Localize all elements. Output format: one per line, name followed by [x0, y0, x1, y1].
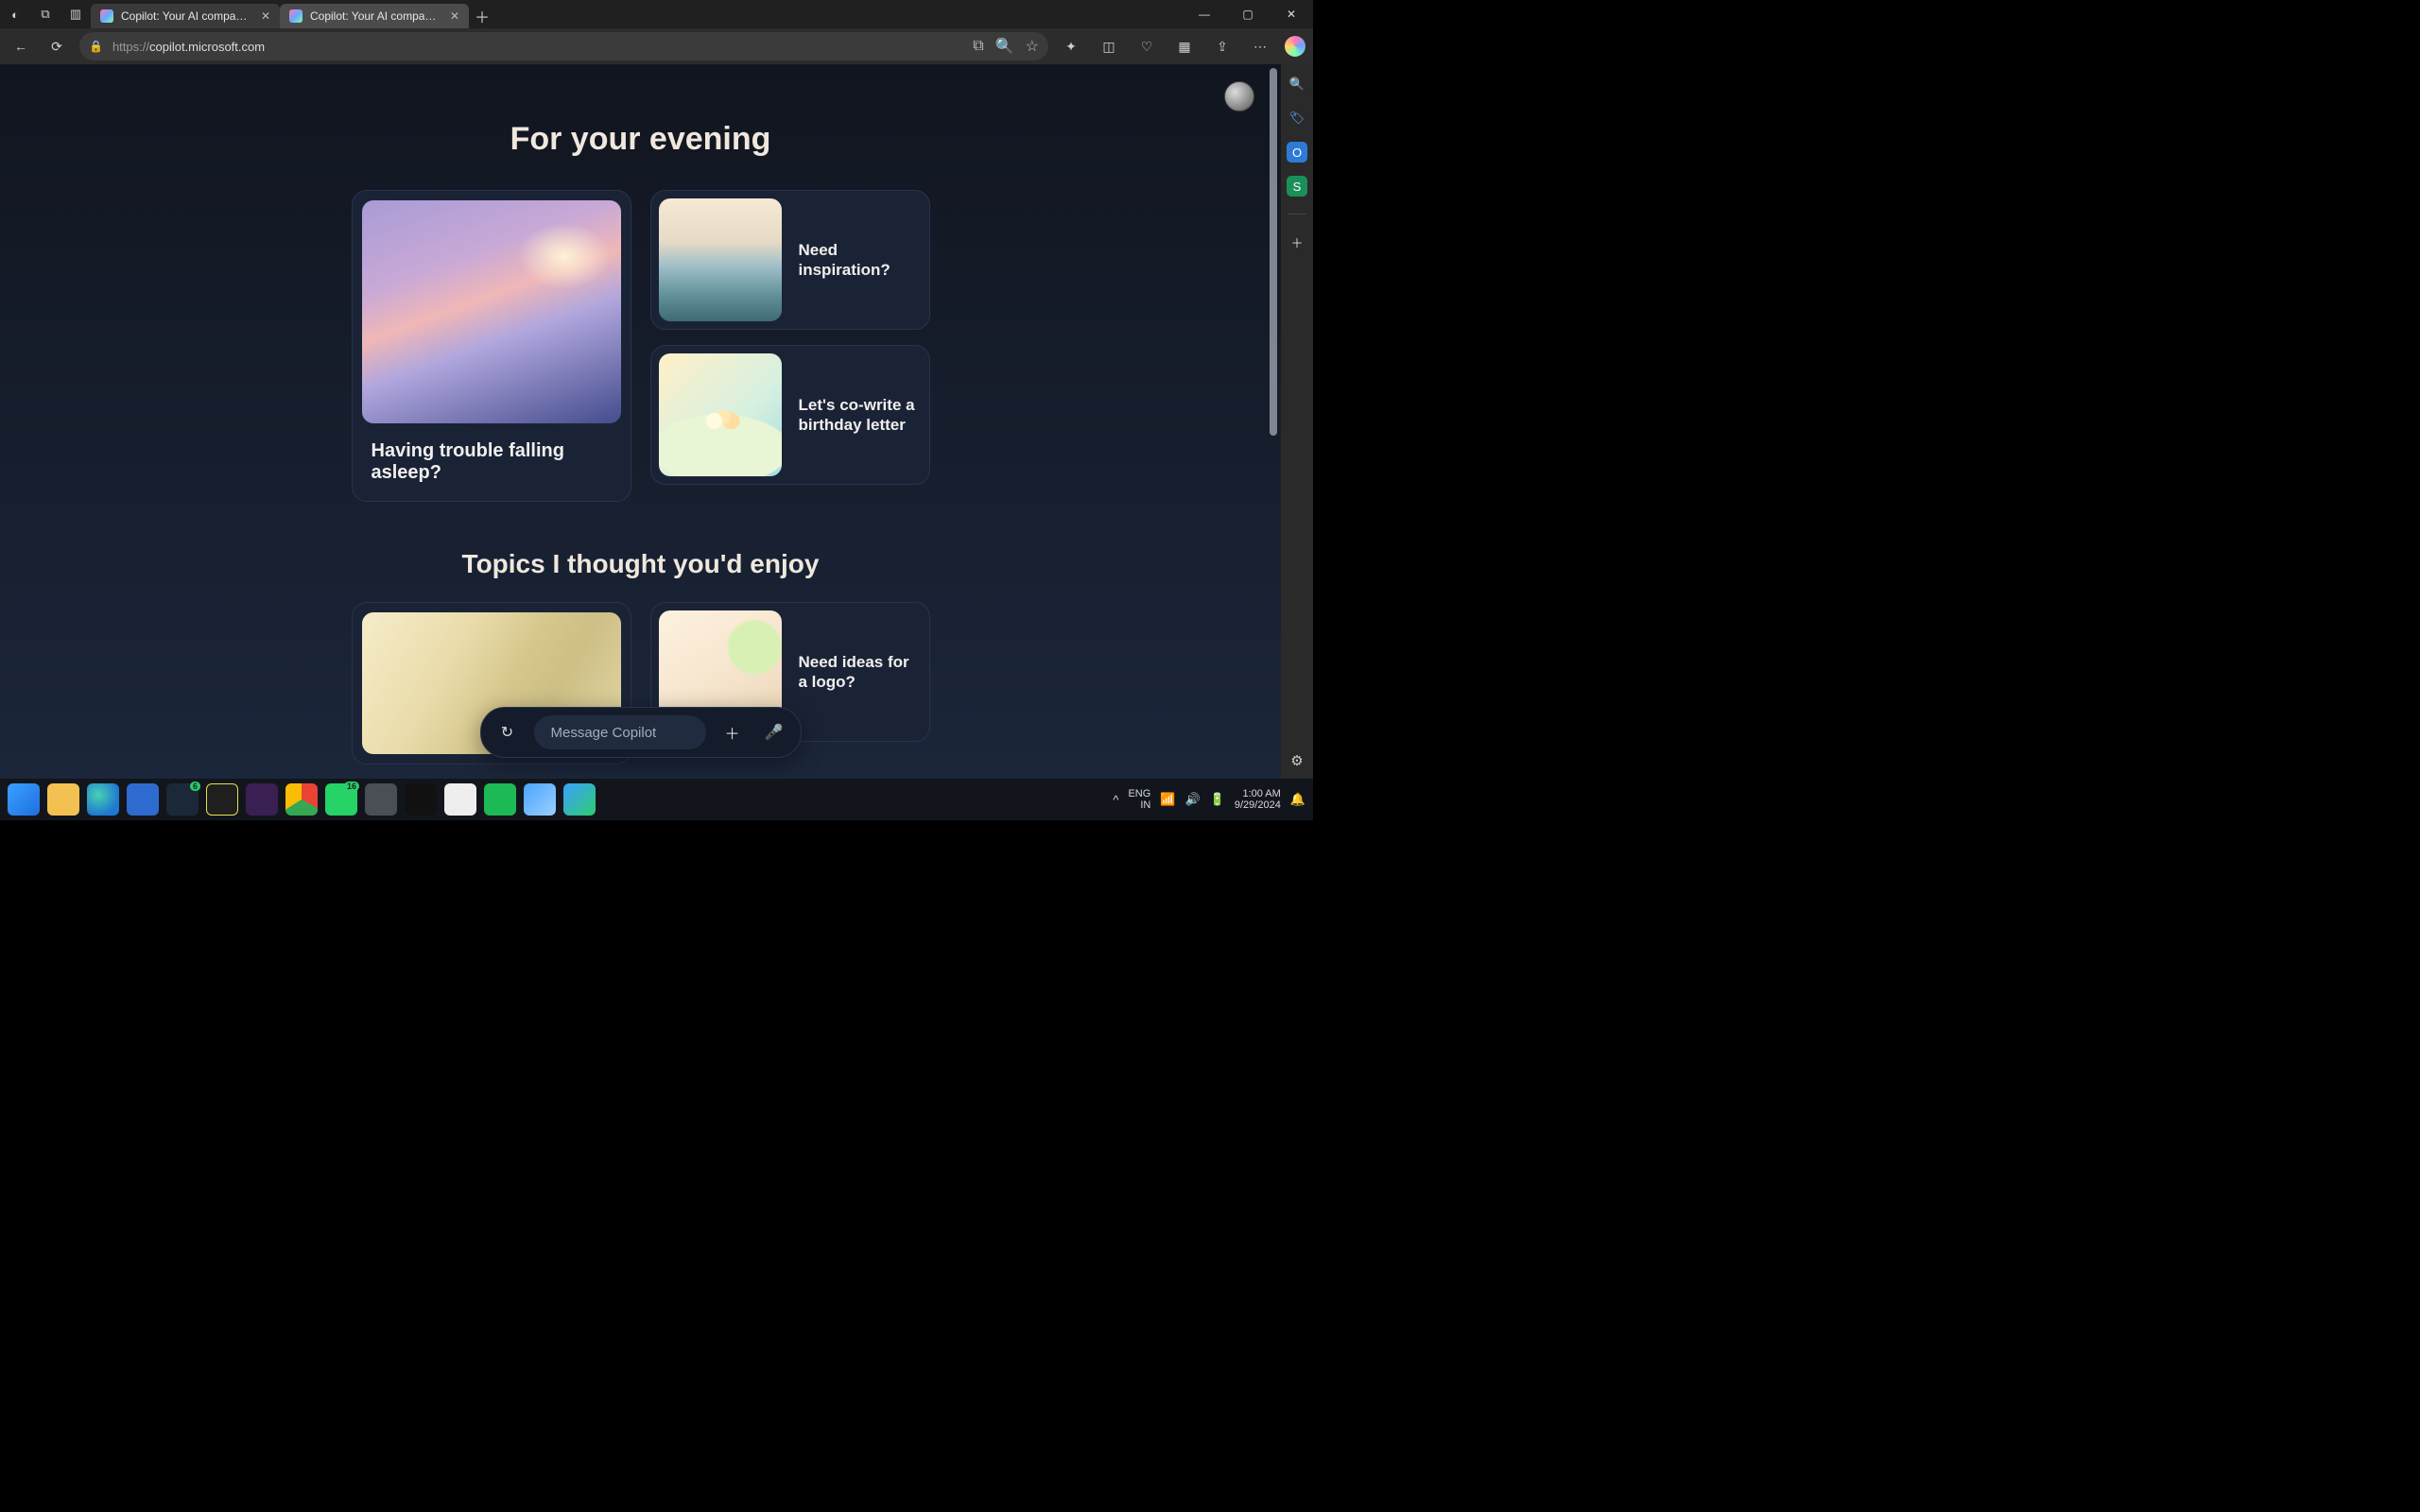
card-birthday-letter[interactable]: Let's co-write a birthday letter: [650, 345, 930, 485]
open-external-icon[interactable]: ⧉: [973, 38, 983, 55]
zoom-icon[interactable]: 🔍: [995, 37, 1014, 56]
sidebar-separator: [1288, 214, 1306, 215]
back-button[interactable]: ←: [8, 33, 34, 60]
profile-icon[interactable]: ◐: [6, 5, 25, 24]
copilot-favicon: [289, 9, 302, 23]
chat-input-pill[interactable]: [534, 715, 706, 749]
add-button[interactable]: ＋: [717, 717, 748, 747]
tray-chevron-icon[interactable]: ^: [1113, 793, 1118, 807]
card-logo-title: Need ideas for a logo?: [799, 652, 922, 693]
favorites-icon[interactable]: ♡: [1133, 33, 1160, 60]
search-icon[interactable]: 🔍: [1287, 74, 1307, 94]
extensions-icon[interactable]: ✦: [1058, 33, 1084, 60]
gear-icon[interactable]: ⚙: [1290, 752, 1303, 769]
battery-icon[interactable]: 🔋: [1210, 792, 1225, 807]
taskbar-settings[interactable]: [365, 783, 397, 816]
scrollbar-thumb[interactable]: [1270, 68, 1277, 436]
browser-toolbar: ← ⟳ 🔒 https://copilot.microsoft.com ⧉ 🔍 …: [0, 28, 1313, 64]
more-icon[interactable]: ⋯: [1247, 33, 1273, 60]
page-content: For your evening Having trouble falling …: [0, 64, 1281, 779]
card-birthday-title: Let's co-write a birthday letter: [799, 395, 922, 436]
shopping-icon[interactable]: 🏷: [1287, 108, 1307, 129]
window-titlebar: ◐ ⧉ ▥ Copilot: Your AI companion ✕ Copil…: [0, 0, 1313, 28]
address-bar[interactable]: 🔒 https://copilot.microsoft.com ⧉ 🔍 ☆: [79, 32, 1048, 60]
copilot-icon[interactable]: [1285, 36, 1305, 57]
page-viewport: For your evening Having trouble falling …: [0, 64, 1281, 779]
chat-input[interactable]: [549, 724, 691, 742]
tray-language[interactable]: ENG IN: [1128, 788, 1150, 811]
card-inspiration-image: [659, 198, 782, 321]
card-birthday-image: [659, 353, 782, 476]
taskbar-globe[interactable]: [563, 783, 596, 816]
taskbar-steam[interactable]: [166, 783, 199, 816]
mic-icon[interactable]: 🎤: [759, 717, 789, 747]
taskbar-pycharm[interactable]: [206, 783, 238, 816]
notifications-icon[interactable]: 🔔: [1290, 792, 1305, 807]
taskbar-app-purple[interactable]: [246, 783, 278, 816]
taskbar-spotify[interactable]: [484, 783, 516, 816]
card-inspiration[interactable]: Need inspiration?: [650, 190, 930, 330]
add-sidebar-icon[interactable]: ＋: [1287, 232, 1307, 252]
taskbar-edge[interactable]: [87, 783, 119, 816]
history-icon[interactable]: ↻: [493, 717, 523, 747]
edge-sidebar: 🔍 🏷 O S ＋ ⚙: [1281, 64, 1313, 779]
taskbar-whatsapp[interactable]: [325, 783, 357, 816]
section-heading-topics: Topics I thought you'd enjoy: [462, 549, 820, 579]
maximize-button[interactable]: ▢: [1226, 0, 1270, 28]
close-tab-icon[interactable]: ✕: [261, 9, 270, 23]
chat-input-dock: ↻ ＋ 🎤: [480, 707, 802, 758]
refresh-button[interactable]: ⟳: [43, 33, 70, 60]
section-heading-evening: For your evening: [510, 121, 771, 158]
vertical-tabs-icon[interactable]: ▥: [66, 5, 85, 24]
share-icon[interactable]: ⇪: [1209, 33, 1236, 60]
start-button[interactable]: [8, 783, 40, 816]
tab-strip: Copilot: Your AI companion ✕ Copilot: Yo…: [91, 0, 1183, 28]
scrollbar[interactable]: [1270, 68, 1277, 775]
card-inspiration-title: Need inspiration?: [799, 240, 922, 281]
tab-copilot-2[interactable]: Copilot: Your AI companion ✕: [280, 4, 469, 28]
taskbar-paint[interactable]: [524, 783, 556, 816]
taskbar-terminal[interactable]: [405, 783, 437, 816]
card-sleep-title: Having trouble falling asleep?: [362, 440, 621, 484]
taskbar-app-light[interactable]: [444, 783, 476, 816]
taskbar-chrome[interactable]: [285, 783, 318, 816]
copilot-favicon: [100, 9, 113, 23]
close-window-button[interactable]: ✕: [1270, 0, 1313, 28]
collections-icon[interactable]: ▦: [1171, 33, 1198, 60]
close-tab-icon[interactable]: ✕: [450, 9, 459, 23]
taskbar-store[interactable]: [127, 783, 159, 816]
favorite-icon[interactable]: ☆: [1026, 37, 1039, 56]
lock-icon[interactable]: 🔒: [89, 40, 103, 53]
new-tab-button[interactable]: ＋: [469, 4, 495, 28]
url-text: https://copilot.microsoft.com: [112, 40, 963, 54]
workspaces-icon[interactable]: ⧉: [36, 5, 55, 24]
app-icon[interactable]: S: [1287, 176, 1307, 197]
tray-clock[interactable]: 1:00 AM 9/29/2024: [1235, 788, 1281, 811]
card-sleep-image: [362, 200, 621, 423]
tab-label: Copilot: Your AI companion: [310, 9, 442, 23]
system-tray: ^ ENG IN 📶 🔊 🔋 1:00 AM 9/29/2024 🔔: [1113, 788, 1305, 811]
volume-icon[interactable]: 🔊: [1185, 792, 1201, 807]
minimize-button[interactable]: —: [1183, 0, 1226, 28]
tab-label: Copilot: Your AI companion: [121, 9, 253, 23]
card-row-evening: Having trouble falling asleep? Need insp…: [352, 190, 930, 502]
tab-copilot-1[interactable]: Copilot: Your AI companion ✕: [91, 4, 280, 28]
wifi-icon[interactable]: 📶: [1160, 792, 1175, 807]
taskbar: ^ ENG IN 📶 🔊 🔋 1:00 AM 9/29/2024 🔔: [0, 779, 1313, 820]
outlook-icon[interactable]: O: [1287, 142, 1307, 163]
card-sleep[interactable]: Having trouble falling asleep?: [352, 190, 631, 502]
split-screen-icon[interactable]: ◫: [1096, 33, 1122, 60]
taskbar-file-explorer[interactable]: [47, 783, 79, 816]
